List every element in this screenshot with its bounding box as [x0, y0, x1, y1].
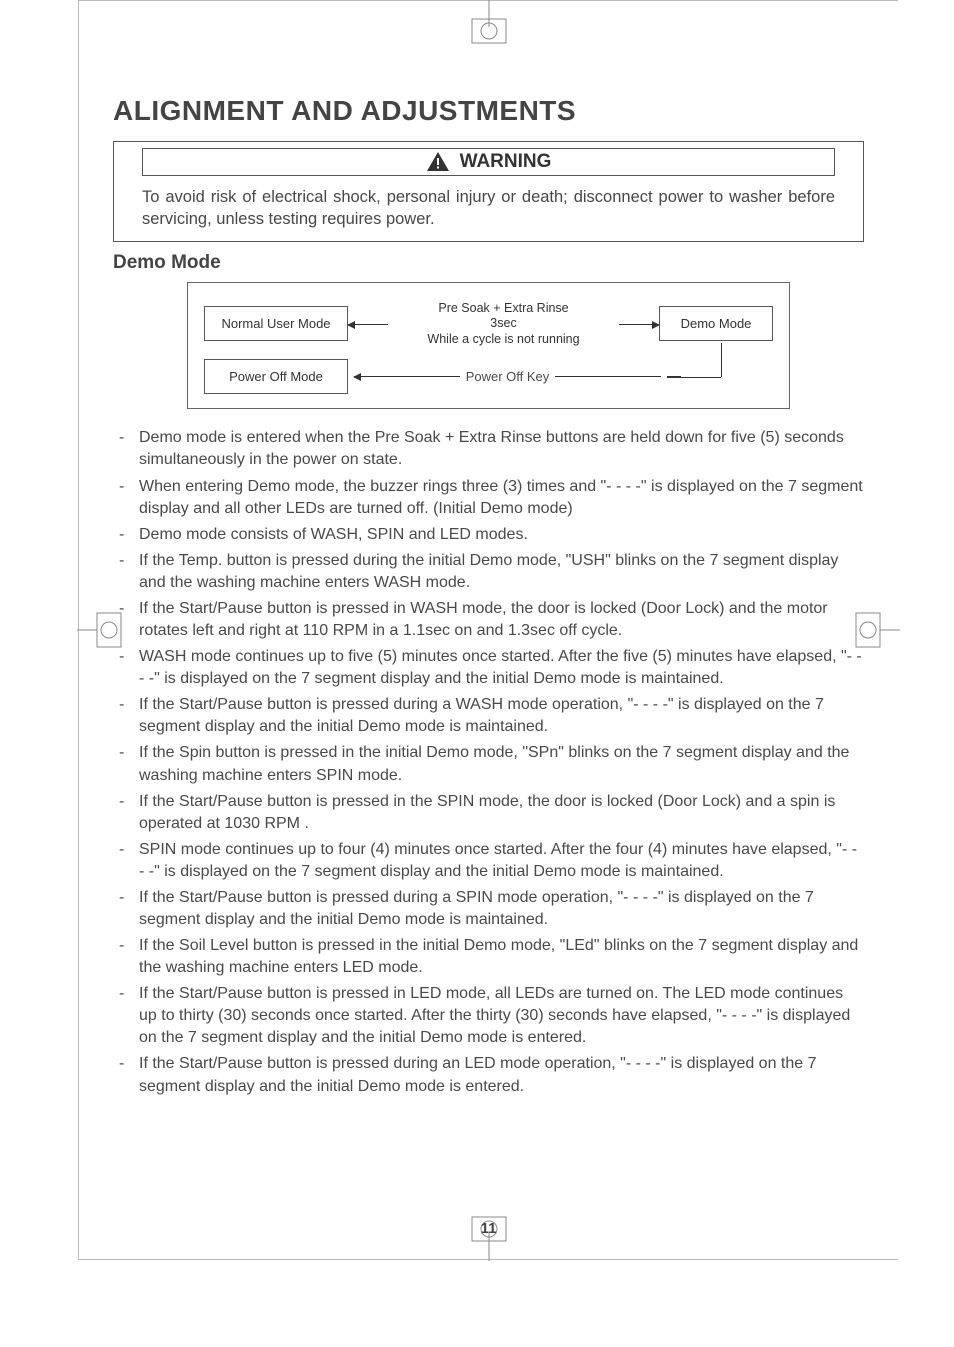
arrow-right-icon: [619, 324, 659, 325]
warning-triangle-icon: [426, 151, 450, 173]
warning-header: WARNING: [142, 148, 835, 176]
diagram-row-2: Power Off Mode Power Off Key: [204, 359, 773, 394]
page-frame: ALIGNMENT AND ADJUSTMENTS WARNING To avo…: [78, 0, 898, 1260]
list-item: Demo mode consists of WASH, SPIN and LED…: [113, 524, 864, 546]
list-item: If the Start/Pause button is pressed in …: [113, 598, 864, 642]
list-item: If the Temp. button is pressed during th…: [113, 550, 864, 594]
connector-line: [555, 376, 661, 377]
diagram-box-normal-user-mode: Normal User Mode: [204, 306, 348, 341]
arrow-left-icon: [348, 324, 388, 325]
arrow-left-icon: [354, 376, 460, 377]
connector-line: [667, 377, 721, 378]
page-number: 11: [79, 1220, 898, 1237]
list-item: If the Start/Pause button is pressed dur…: [113, 887, 864, 931]
mode-diagram: Normal User Mode Pre Soak + Extra Rinse …: [187, 282, 790, 410]
diagram-center-line1: Pre Soak + Extra Rinse: [438, 301, 568, 317]
warning-body-text: To avoid risk of electrical shock, perso…: [114, 182, 863, 241]
list-item: If the Spin button is pressed in the ini…: [113, 742, 864, 786]
diagram-box-demo-mode: Demo Mode: [659, 306, 773, 341]
warning-box: WARNING To avoid risk of electrical shoc…: [113, 141, 864, 242]
page-title: ALIGNMENT AND ADJUSTMENTS: [113, 95, 864, 127]
connector-line: [721, 343, 722, 377]
diagram-row-1: Normal User Mode Pre Soak + Extra Rinse …: [204, 301, 773, 348]
list-item: If the Start/Pause button is pressed dur…: [113, 694, 864, 738]
bullet-list: Demo mode is entered when the Pre Soak +…: [113, 427, 864, 1097]
list-item: If the Start/Pause button is pressed in …: [113, 983, 864, 1049]
diagram-center-line2: 3sec: [490, 316, 516, 332]
diagram-power-off-key-label: Power Off Key: [466, 369, 550, 384]
list-item: If the Soil Level button is pressed in t…: [113, 935, 864, 979]
list-item: SPIN mode continues up to four (4) minut…: [113, 839, 864, 883]
section-heading: Demo Mode: [113, 252, 864, 274]
list-item: If the Start/Pause button is pressed in …: [113, 791, 864, 835]
list-item: WASH mode continues up to five (5) minut…: [113, 646, 864, 690]
content-area: ALIGNMENT AND ADJUSTMENTS WARNING To avo…: [79, 1, 898, 1098]
warning-label: WARNING: [460, 151, 552, 173]
list-item: When entering Demo mode, the buzzer ring…: [113, 476, 864, 520]
diagram-center-line3: While a cycle is not running: [427, 332, 579, 348]
list-item: Demo mode is entered when the Pre Soak +…: [113, 427, 864, 471]
diagram-box-power-off-mode: Power Off Mode: [204, 359, 348, 394]
diagram-center-text: Pre Soak + Extra Rinse 3sec While a cycl…: [348, 301, 659, 348]
list-item: If the Start/Pause button is pressed dur…: [113, 1053, 864, 1097]
